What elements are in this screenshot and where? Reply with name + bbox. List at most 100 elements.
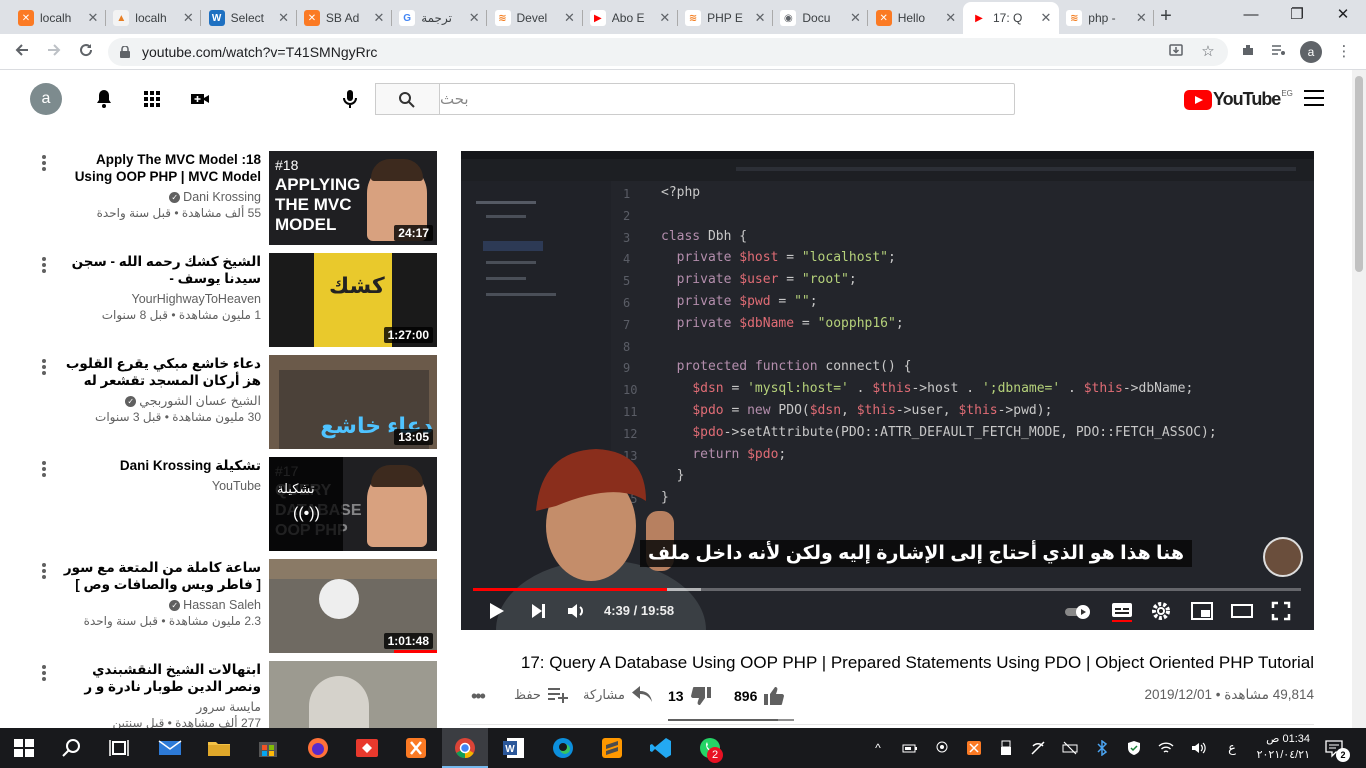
recommendation-meta[interactable]: 18: Apply The MVC Model Using OOP PHP | … <box>56 151 261 221</box>
tab-close-icon[interactable]: ✕ <box>467 10 481 26</box>
channel-name[interactable]: YouTube <box>212 479 261 493</box>
save-button[interactable]: حفظ <box>514 686 569 704</box>
recommendation-item[interactable]: تشكيلة Dani Krossing YouTube #17QUERYDATAB… <box>30 457 437 551</box>
next-icon[interactable] <box>528 600 552 622</box>
recommendation-meta[interactable]: تشكيلة Dani Krossing YouTube <box>56 457 261 494</box>
share-button[interactable]: مشاركة <box>583 686 653 704</box>
back-icon[interactable] <box>10 40 34 64</box>
search-button[interactable] <box>375 83 440 115</box>
bluetooth-icon[interactable] <box>1094 740 1110 756</box>
channel-name[interactable]: Dani Krossing <box>183 190 261 204</box>
recommendation-title[interactable]: تشكيلة Dani Krossing <box>56 457 261 474</box>
channel-name[interactable]: YourHighwayToHeaven <box>132 292 261 306</box>
webcam-icon[interactable] <box>934 740 950 756</box>
word-icon[interactable]: W <box>502 736 526 760</box>
tab-close-icon[interactable]: ✕ <box>181 10 195 26</box>
video-thumbnail[interactable]: دعاء خاشع 13:05 <box>269 355 437 449</box>
wifi-icon[interactable] <box>1158 740 1174 756</box>
browser-menu-icon[interactable]: ⋮ <box>1334 42 1354 62</box>
tab-close-icon[interactable]: ✕ <box>277 10 291 26</box>
browser-tab[interactable]: ≋ PHP E ✕ <box>677 2 774 34</box>
fullscreen-icon[interactable] <box>1270 600 1294 622</box>
forward-icon[interactable] <box>42 40 66 64</box>
channel-name[interactable]: الشيخ عسان الشوربجي <box>139 394 261 408</box>
channel-name-row[interactable]: Hassan Saleh✓ <box>56 597 261 613</box>
more-options-icon[interactable] <box>42 461 46 477</box>
browser-tab[interactable]: ▶ 17: Q ✕ <box>963 2 1059 34</box>
recommendation-meta[interactable]: الشيخ كشك رحمه الله - سجن سيدنا يوسف - Yo… <box>56 253 261 323</box>
tab-close-icon[interactable]: ✕ <box>563 10 577 26</box>
clock-time[interactable]: 01:34 ص <box>1254 732 1310 745</box>
recommendation-meta[interactable]: دعاء خاشع مبكي يقرع القلوب هز أركان المس… <box>56 355 261 425</box>
browser-tab[interactable]: ≋ Devel ✕ <box>487 2 583 34</box>
more-options-icon[interactable] <box>42 665 46 681</box>
tray-overflow-chevron-icon[interactable]: ^ <box>870 740 886 756</box>
reload-icon[interactable] <box>74 40 98 64</box>
guide-menu-icon[interactable] <box>1304 90 1324 106</box>
channel-name-row[interactable]: الشيخ عسان الشوربجي✓ <box>56 393 261 409</box>
address-bar[interactable]: youtube.com/watch?v=T41SMNgyRrc <box>108 38 1228 66</box>
video-thumbnail[interactable]: #17QUERYDATABASEOOP PHPتشكيلة((•)) <box>269 457 437 551</box>
browser-tab[interactable]: ▲ localh ✕ <box>105 2 202 34</box>
recommendation-title[interactable]: الشيخ كشك رحمه الله - سجن سيدنا يوسف - <box>56 253 261 287</box>
url-text[interactable]: youtube.com/watch?v=T41SMNgyRrc <box>142 44 377 60</box>
subtitles-icon[interactable] <box>1110 600 1134 622</box>
channel-name[interactable]: مايسة سرور <box>196 700 261 714</box>
recommendation-item[interactable]: ساعة كاملة من المتعة مع سور [ فاطر ويس و… <box>30 559 437 653</box>
tab-close-icon[interactable]: ✕ <box>753 10 767 26</box>
settings-gear-icon[interactable] <box>1150 600 1174 622</box>
channel-name[interactable]: Hassan Saleh <box>183 598 261 612</box>
recommendation-item[interactable]: دعاء خاشع مبكي يقرع القلوب هز أركان المس… <box>30 355 437 449</box>
more-actions-icon[interactable]: ••• <box>471 686 486 707</box>
task-view-icon[interactable] <box>107 736 131 760</box>
input-language-indicator[interactable]: ع <box>1224 740 1240 756</box>
media-control-icon[interactable] <box>1268 42 1288 62</box>
close-window-button[interactable]: ✕ <box>1320 0 1366 32</box>
clock-date[interactable]: ٢٠٢١/٠٤/٢١ <box>1254 748 1310 761</box>
xampp-icon[interactable] <box>404 736 428 760</box>
store-app-icon[interactable] <box>256 736 280 760</box>
channel-name-row[interactable]: Dani Krossing✓ <box>56 189 261 205</box>
more-options-icon[interactable] <box>42 155 46 171</box>
browser-tab[interactable]: W Select ✕ <box>201 2 297 34</box>
tab-close-icon[interactable]: ✕ <box>1134 10 1148 26</box>
browser-tab[interactable]: ◉ Docu ✕ <box>772 2 869 34</box>
tab-close-icon[interactable]: ✕ <box>1039 10 1053 26</box>
new-tab-button[interactable]: + <box>1154 4 1178 28</box>
mail-app-icon[interactable] <box>158 736 182 760</box>
more-options-icon[interactable] <box>42 563 46 579</box>
account-avatar[interactable]: a <box>30 83 62 115</box>
tab-close-icon[interactable]: ✕ <box>86 10 100 26</box>
apps-grid-icon[interactable] <box>140 87 164 111</box>
create-video-icon[interactable] <box>188 87 212 111</box>
play-icon[interactable] <box>485 600 509 622</box>
minimize-button[interactable]: — <box>1228 0 1274 32</box>
firefox-icon[interactable] <box>306 736 330 760</box>
channel-watermark-avatar[interactable] <box>1263 537 1303 577</box>
xampp-tray-icon[interactable] <box>966 740 982 756</box>
vscode-icon[interactable] <box>649 736 673 760</box>
notifications-bell-icon[interactable] <box>92 87 116 111</box>
channel-name-row[interactable]: YouTube <box>56 478 261 494</box>
bookmark-star-icon[interactable]: ☆ <box>1198 42 1218 62</box>
search-input[interactable]: بحث <box>439 83 1015 115</box>
channel-name-row[interactable]: مايسة سرور <box>56 699 261 715</box>
progress-bar[interactable] <box>473 588 1301 591</box>
dislike-button[interactable]: 13 <box>668 686 712 706</box>
recommendation-title[interactable]: دعاء خاشع مبكي يقرع القلوب هز أركان المس… <box>56 355 261 389</box>
usb-icon[interactable] <box>998 740 1014 756</box>
edge-icon[interactable] <box>551 736 575 760</box>
theater-mode-icon[interactable] <box>1230 600 1254 622</box>
network-off-icon[interactable] <box>1030 740 1046 756</box>
browser-tab[interactable]: ✕ SB Ad ✕ <box>296 2 392 34</box>
file-explorer-icon[interactable] <box>207 736 231 760</box>
recommendation-title[interactable]: ابتهالات الشيخ النقشبندي ونصر الدين طوبا… <box>56 661 261 695</box>
anydesk-icon[interactable] <box>355 736 379 760</box>
recommendation-title[interactable]: 18: Apply The MVC Model Using OOP PHP | … <box>56 151 261 185</box>
video-thumbnail[interactable]: كشك 1:27:00 <box>269 253 437 347</box>
like-button[interactable]: 896 <box>734 686 785 706</box>
browser-tab[interactable]: ▶ Abo E ✕ <box>582 2 678 34</box>
install-icon[interactable] <box>1166 42 1186 62</box>
video-thumbnail[interactable]: 1:01:48 <box>269 559 437 653</box>
browser-tab[interactable]: ✕ localh ✕ <box>10 2 106 34</box>
